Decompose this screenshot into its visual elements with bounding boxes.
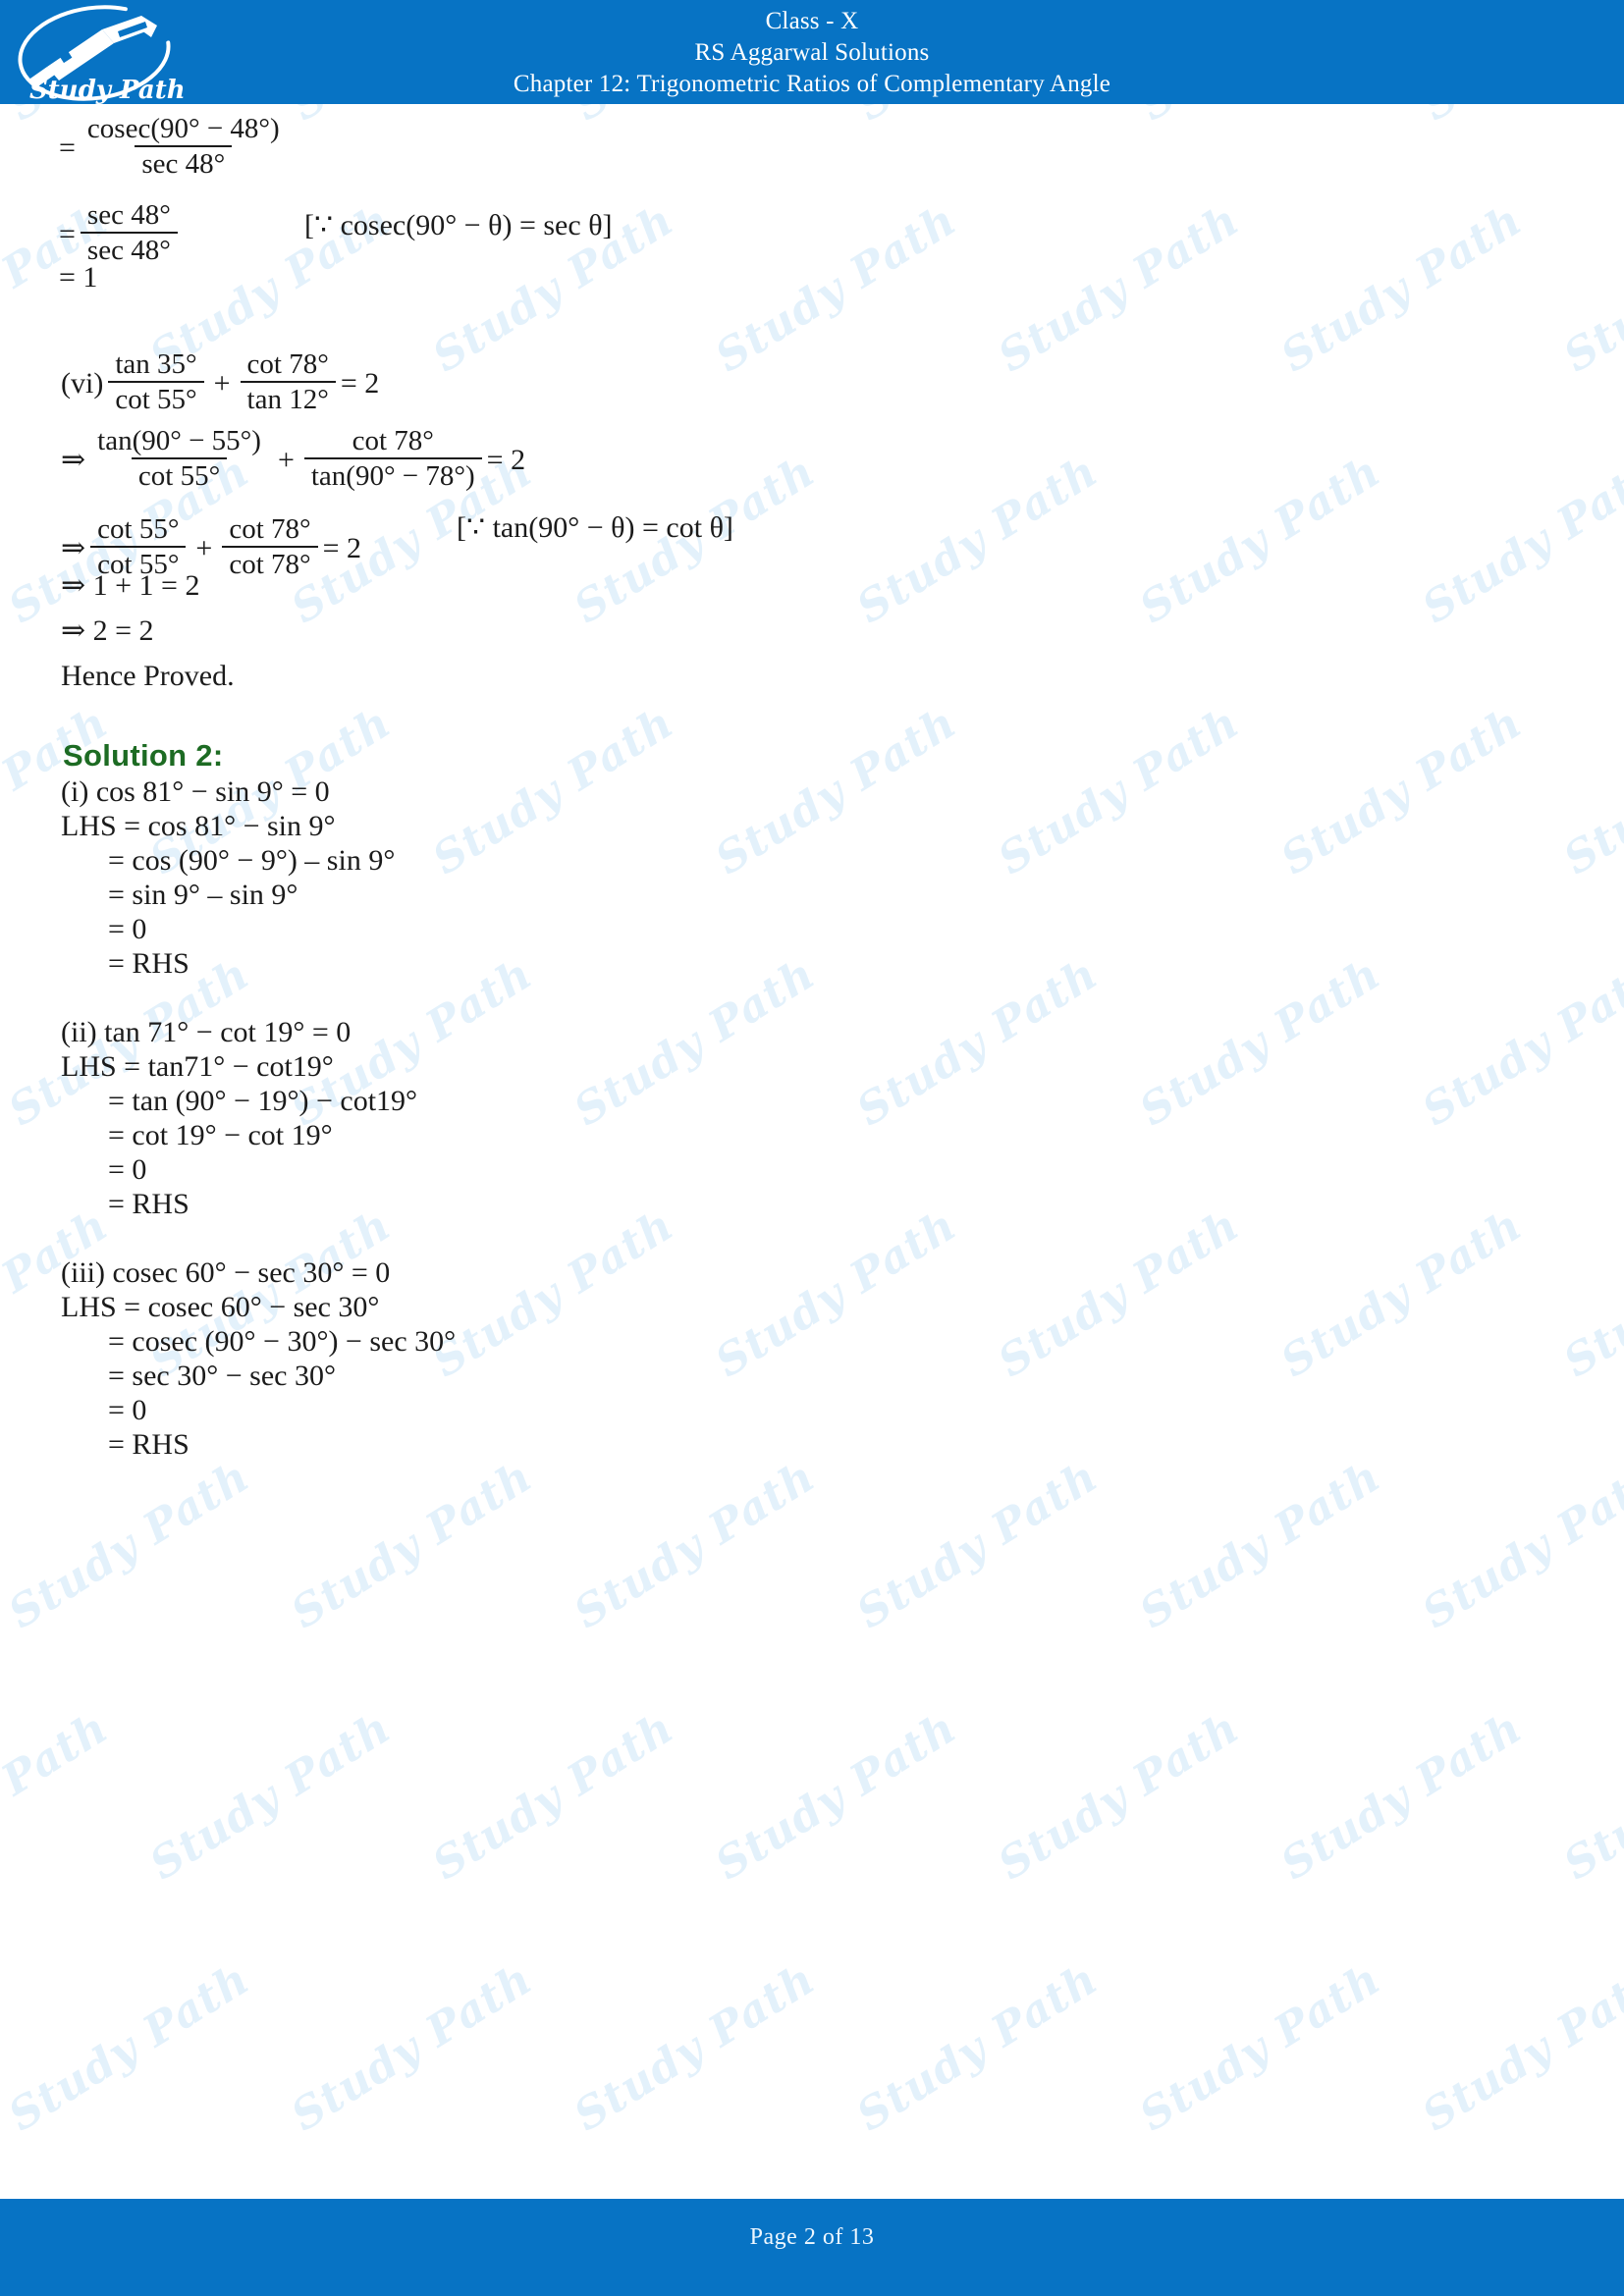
plus-sign: +	[277, 444, 295, 477]
header-chapter-line: Chapter 12: Trigonometric Ratios of Comp…	[513, 70, 1111, 97]
fraction-numerator: tan(90° − 55°)	[97, 425, 261, 456]
fraction-denominator: tan 12°	[240, 380, 336, 415]
header-title-block: Class - X RS Aggarwal Solutions Chapter …	[0, 0, 1624, 104]
equals-sign: =	[59, 218, 76, 251]
plus-sign: +	[195, 532, 213, 565]
problem-i-step-1: = cos (90° − 9°) – sin 9°	[108, 844, 396, 877]
problem-vi-line: (vi) tan 35° cot 55° + cot 78° tan 12° =…	[61, 348, 380, 416]
problem-ii-step-1: = tan (90° − 19°) − cot19°	[108, 1085, 418, 1117]
problem-ii-step-4: = RHS	[108, 1188, 189, 1220]
step-line-v-3: = 1	[59, 261, 98, 294]
equals-sign: =	[59, 132, 76, 165]
fraction-numerator: cot 78°	[246, 348, 329, 380]
item-label-vi: (vi)	[61, 367, 104, 400]
problem-i-statement: (i) cos 81° − sin 9° = 0	[61, 775, 330, 808]
implies-arrow: ⇒	[61, 444, 86, 477]
problem-ii-step-2: = cot 19° − cot 19°	[108, 1119, 333, 1151]
fraction-numerator: cot 55°	[97, 513, 180, 545]
fraction-denominator: cot 55°	[131, 456, 228, 492]
problem-iii-statement: (iii) cosec 60° − sec 30° = 0	[61, 1256, 391, 1289]
problem-iii-step-1: = cosec (90° − 30°) − sec 30°	[108, 1325, 457, 1358]
fraction-cosec-over-sec: cosec(90° − 48°) sec 48°	[81, 114, 287, 179]
problem-iii-lhs: LHS = cosec 60° − sec 30°	[61, 1291, 380, 1323]
fraction-cot78-over-tan12: cot 78° tan 12°	[240, 348, 336, 415]
problem-iii-step-3: = 0	[108, 1394, 147, 1426]
fraction-numerator: cosec(90° − 48°)	[86, 113, 280, 144]
header-class-line: Class - X	[765, 7, 859, 34]
page-header: Class - X RS Aggarwal Solutions Chapter …	[0, 0, 1624, 104]
fraction-denominator: tan(90° − 78°)	[303, 456, 482, 492]
plus-sign: +	[213, 367, 231, 400]
problem-ii-lhs: LHS = tan71° − cot19°	[61, 1050, 334, 1083]
solution-2-heading: Solution 2:	[63, 738, 224, 773]
hence-proved-line: Hence Proved.	[61, 660, 235, 692]
page-number-label: Page 2 of 13	[749, 2224, 875, 2250]
fraction-numerator: cot 78°	[229, 513, 311, 545]
problem-iii-step-2: = sec 30° − sec 30°	[108, 1360, 336, 1392]
problem-i-step-4: = RHS	[108, 947, 189, 980]
document-page: Study Path Study Path Study Path Study Path…	[0, 0, 1624, 2296]
header-book-line: RS Aggarwal Solutions	[694, 38, 930, 66]
step-line-vi-4: ⇒ 1 + 1 = 2	[61, 569, 200, 602]
fraction-numerator: sec 48°	[86, 199, 171, 231]
study-path-logo: Study Path	[8, 2, 186, 105]
equation-tail: = 2	[486, 444, 526, 477]
fraction-denominator: sec 48°	[135, 144, 233, 180]
equation-tail: = 2	[322, 532, 362, 565]
fraction-tan35-over-cot55: tan 35° cot 55°	[108, 348, 204, 415]
fraction-cot78-over-cot78: cot 78° cot 78°	[222, 513, 318, 580]
fraction-numerator: tan 35°	[115, 348, 197, 380]
problem-ii-step-3: = 0	[108, 1153, 147, 1186]
fraction-sec-over-sec: sec 48° sec 48°	[80, 199, 178, 265]
problem-iii-step-4: = RHS	[108, 1428, 189, 1461]
problem-ii-statement: (ii) tan 71° − cot 19° = 0	[61, 1016, 352, 1048]
step-line-vi-5: ⇒ 2 = 2	[61, 614, 154, 647]
document-body: = cosec(90° − 48°) sec 48° = sec 48° sec…	[0, 104, 1624, 2199]
problem-i-lhs: LHS = cos 81° − sin 9°	[61, 810, 336, 842]
equation-tail: = 2	[340, 367, 380, 400]
logo-wordmark: Study Path	[29, 76, 185, 104]
step-line-v-1: = cosec(90° − 48°) sec 48°	[59, 114, 292, 181]
problem-i-step-2: = sin 9° – sin 9°	[108, 879, 298, 911]
step-line-v-2: = sec 48° sec 48°	[59, 199, 183, 267]
implies-arrow: ⇒	[61, 532, 86, 565]
page-footer: Page 2 of 13	[0, 2199, 1624, 2296]
fraction-numerator: cot 78°	[352, 425, 434, 456]
fraction-denominator: cot 55°	[108, 380, 204, 415]
identity-note-cosec: [∵ cosec(90° − θ) = sec θ]	[304, 209, 613, 241]
fraction-cot78-over-tan90m78: cot 78° tan(90° − 78°)	[303, 425, 482, 492]
identity-note-tan: [∵ tan(90° − θ) = cot θ]	[457, 511, 733, 544]
problem-i-step-3: = 0	[108, 913, 147, 945]
fraction-tan90m55-over-cot55: tan(90° − 55°) cot 55°	[90, 426, 268, 491]
fraction-denominator: cot 78°	[222, 545, 318, 580]
step-line-vi-2: ⇒ tan(90° − 55°) cot 55° + cot 78° tan(9…	[61, 425, 526, 493]
